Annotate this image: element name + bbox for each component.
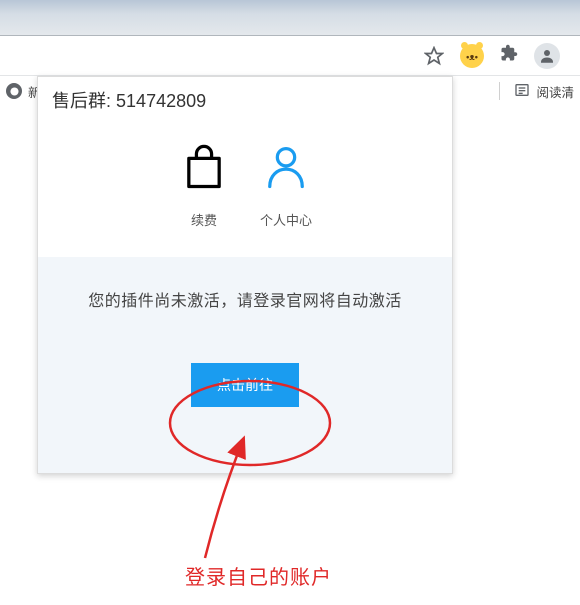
star-icon[interactable] bbox=[424, 46, 444, 66]
annotation-caption: 登录自己的账户 bbox=[185, 561, 332, 590]
reading-list-label[interactable]: 阅读清 bbox=[536, 82, 574, 101]
extension-tiger-icon[interactable]: •ᴥ• bbox=[460, 44, 484, 68]
browser-toolbar: •ᴥ• bbox=[0, 36, 580, 76]
personal-center-block[interactable]: 个人中心 bbox=[260, 141, 312, 229]
after-sales-group-number: 514742809 bbox=[116, 91, 206, 111]
browser-top-strip bbox=[0, 0, 580, 36]
popup-icon-row: 续费 个人中心 bbox=[38, 125, 452, 257]
extension-popup: 售后群: 514742809 续费 个人中心 您的插件尚未激活，请登录官网 bbox=[37, 76, 453, 474]
extensions-menu-icon[interactable] bbox=[500, 44, 518, 67]
popup-header: 售后群: 514742809 bbox=[38, 77, 452, 125]
go-button[interactable]: 点击前往 bbox=[191, 363, 299, 407]
activation-message: 您的插件尚未激活，请登录官网将自动激活 bbox=[88, 287, 402, 317]
renew-label: 续费 bbox=[191, 210, 217, 229]
reading-list-icon[interactable] bbox=[514, 82, 530, 101]
person-icon bbox=[260, 141, 312, 198]
bookmark-site-icon[interactable] bbox=[6, 83, 22, 99]
after-sales-group-label: 售后群: bbox=[52, 91, 111, 111]
popup-lower-section: 您的插件尚未激活，请登录官网将自动激活 点击前往 bbox=[38, 257, 452, 473]
toolbar-separator bbox=[499, 82, 500, 100]
renew-block[interactable]: 续费 bbox=[178, 141, 230, 229]
shopping-bag-icon bbox=[178, 141, 230, 198]
personal-center-label: 个人中心 bbox=[260, 210, 312, 229]
avatar-icon[interactable] bbox=[534, 43, 560, 69]
